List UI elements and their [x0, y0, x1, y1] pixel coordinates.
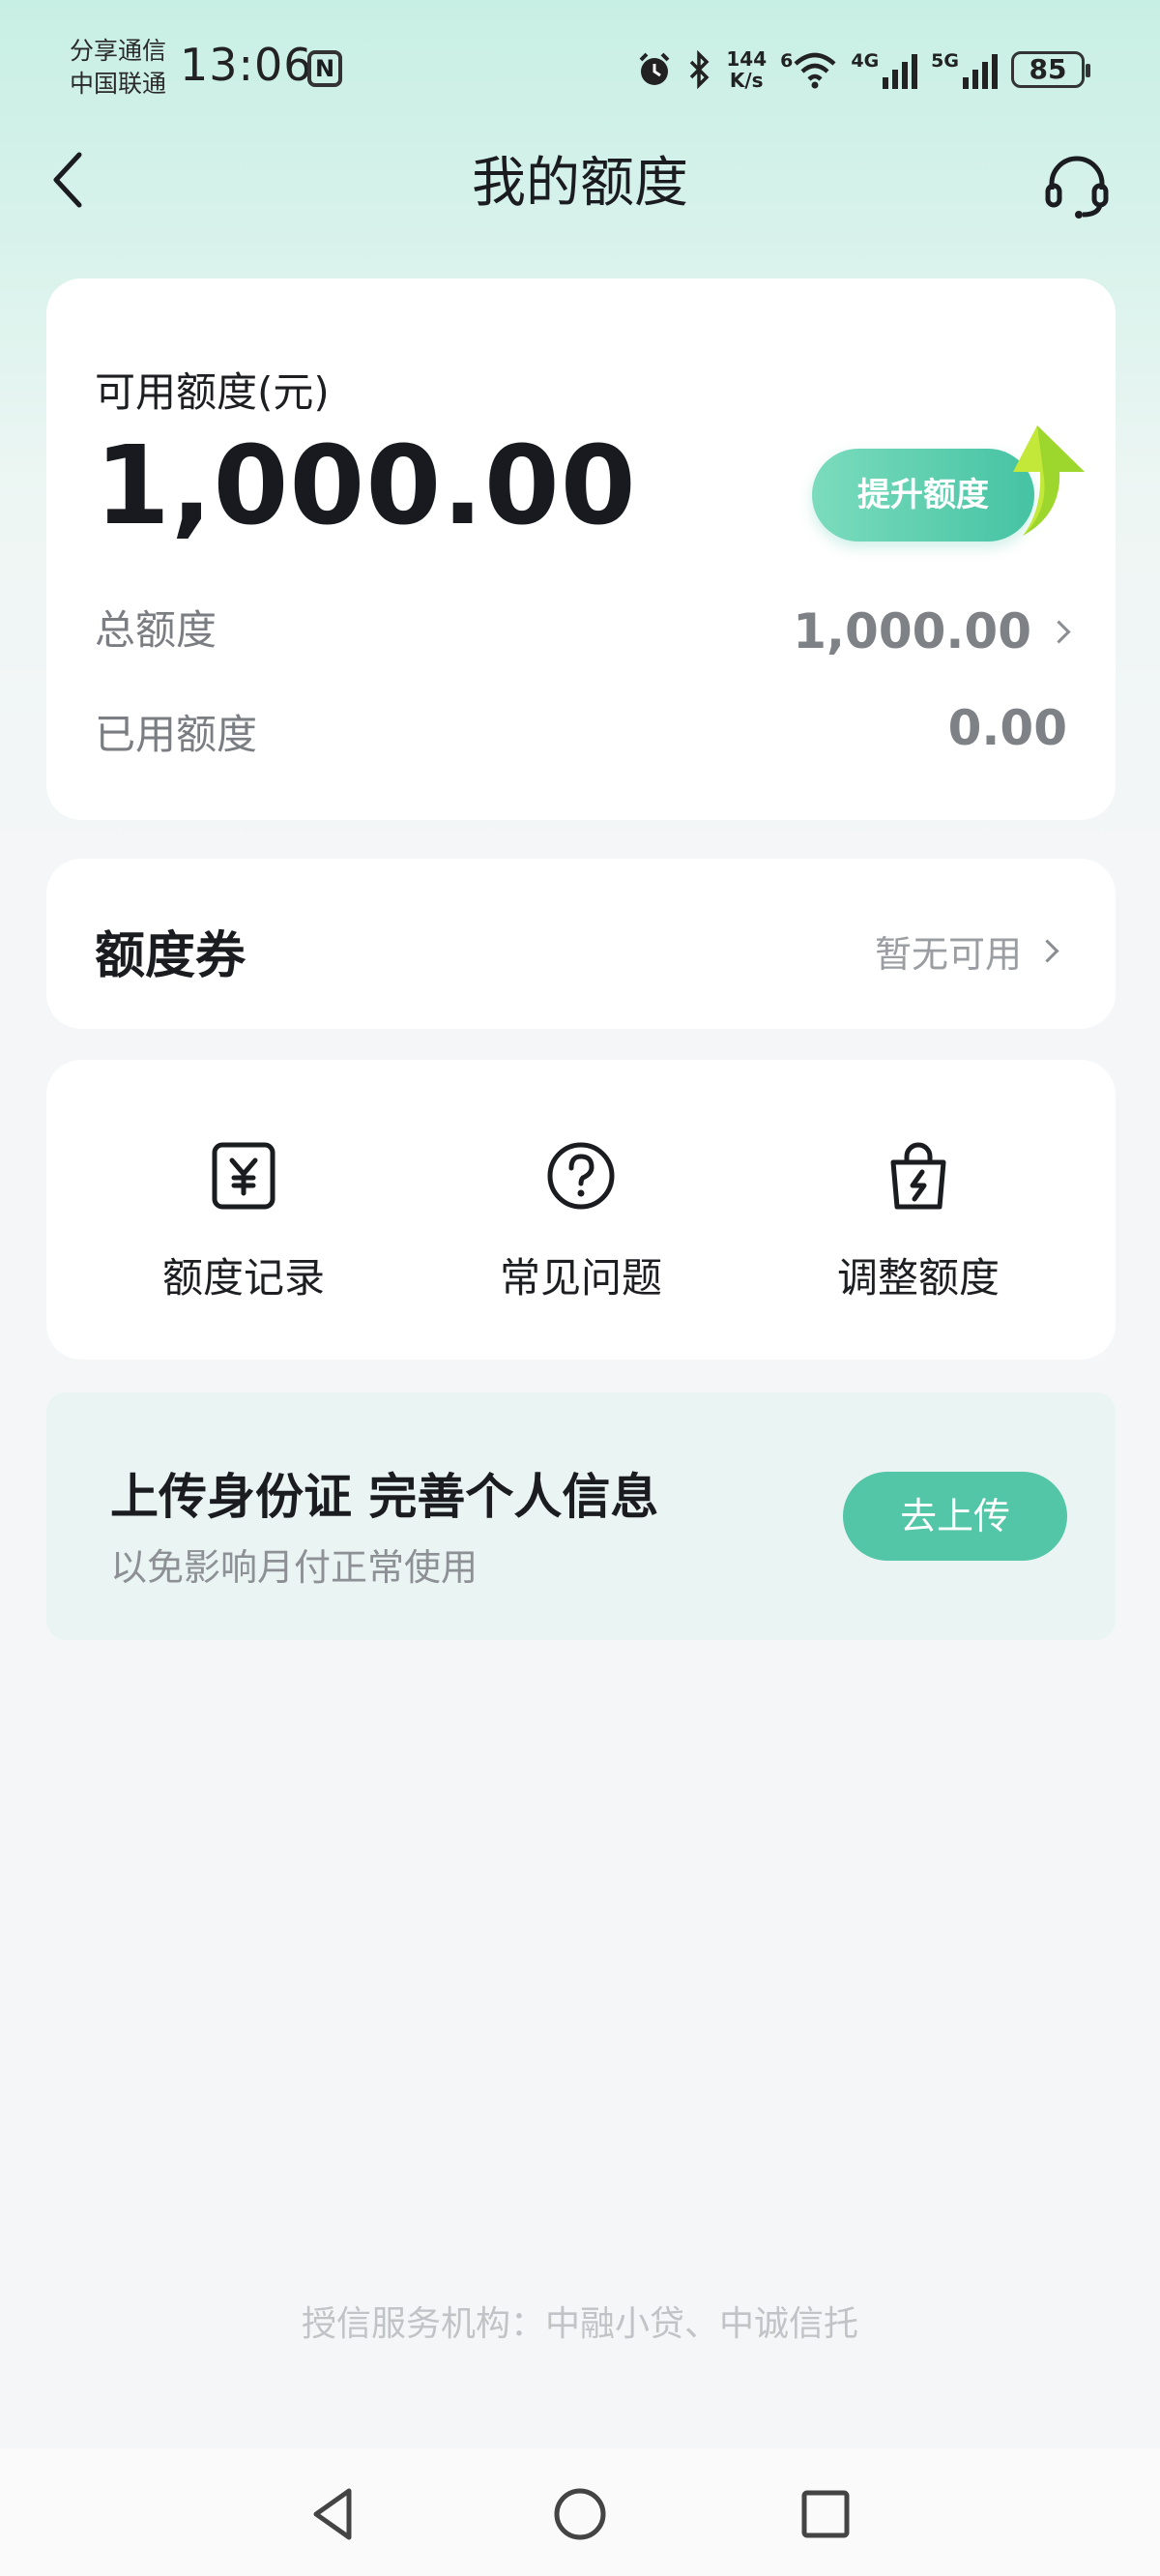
speed-unit: K/s: [729, 69, 764, 92]
upload-title: 上传身份证 完善个人信息: [110, 1469, 659, 1525]
signal-4g: 4G: [851, 50, 918, 89]
customer-service-button[interactable]: [1042, 153, 1112, 219]
action-label: 调整额度: [836, 1254, 1000, 1302]
nav-home-icon[interactable]: [545, 2479, 615, 2549]
used-quota-label: 已用额度: [95, 711, 258, 758]
chevron-right-icon: [1047, 619, 1071, 644]
total-quota-value: 1,000.00: [793, 603, 1031, 659]
alarm-icon: [639, 52, 670, 85]
wifi-badge: 6: [780, 50, 794, 72]
speed-value: 144: [726, 47, 768, 71]
total-quota-row[interactable]: 1,000.00: [793, 603, 1071, 659]
action-label: 常见问题: [499, 1254, 662, 1302]
headset-icon: [1045, 156, 1109, 219]
carrier-info: 分享通信 中国联通: [70, 35, 166, 101]
action-quota-records[interactable]: 额度记录: [99, 1137, 389, 1304]
question-circle-icon: [547, 1142, 615, 1210]
signal-5g-label: 5G: [931, 50, 959, 72]
chevron-right-icon: [1035, 939, 1059, 963]
upload-id-banner: 上传身份证 完善个人信息 以免影响月付正常使用 去上传: [46, 1392, 1116, 1640]
page-title: 我的额度: [472, 152, 688, 215]
upload-subtitle: 以免影响月付正常使用: [110, 1546, 478, 1589]
carrier-line-1: 分享通信: [70, 37, 167, 65]
signal-4g-label: 4G: [851, 50, 880, 72]
network-speed: 144 K/s: [726, 48, 767, 91]
nav-recents-icon[interactable]: [791, 2479, 860, 2549]
lightning-bag-icon: [890, 1142, 946, 1210]
coupon-status-row: 暂无可用: [874, 924, 1059, 978]
wifi-icon: [794, 52, 836, 89]
wifi-status: 6: [780, 50, 837, 89]
bluetooth-icon: [690, 50, 710, 89]
system-nav-bar: [0, 2448, 1160, 2576]
carrier-line-2: 中国联通: [70, 70, 167, 98]
status-time: 13:06: [180, 39, 313, 91]
action-label: 额度记录: [161, 1254, 325, 1302]
signal-5g: 5G: [931, 50, 998, 89]
yuan-receipt-icon: [212, 1142, 276, 1210]
quick-actions-card: 额度记录 常见问题 调整额度: [46, 1060, 1116, 1360]
quota-coupon-card[interactable]: 额度券 暂无可用: [46, 859, 1116, 1029]
action-adjust-quota[interactable]: 调整额度: [773, 1137, 1063, 1304]
action-faq[interactable]: 常见问题: [436, 1137, 726, 1304]
battery-indicator: 85: [1011, 51, 1090, 88]
status-icons: 144 K/s 6 4G 5G 85: [635, 44, 1090, 95]
quota-card: 可用额度(元) 1,000.00 提升额度 总额度 1,000.00 已用额度 …: [46, 278, 1116, 820]
available-quota-value: 1,000.00: [95, 424, 637, 549]
coupon-title: 额度券: [95, 927, 246, 985]
total-quota-label: 总额度: [95, 606, 218, 654]
go-upload-button[interactable]: 去上传: [843, 1472, 1067, 1561]
nav-back-icon[interactable]: [299, 2479, 368, 2549]
credit-institution-note: 授信服务机构：中融小贷、中诚信托: [301, 2304, 858, 2344]
up-arrow-icon: [1013, 425, 1085, 536]
available-quota-label: 可用额度(元): [95, 368, 330, 416]
coupon-status: 暂无可用: [874, 933, 1022, 976]
nfc-icon: N: [307, 50, 342, 87]
used-quota-value: 0.00: [947, 700, 1067, 756]
